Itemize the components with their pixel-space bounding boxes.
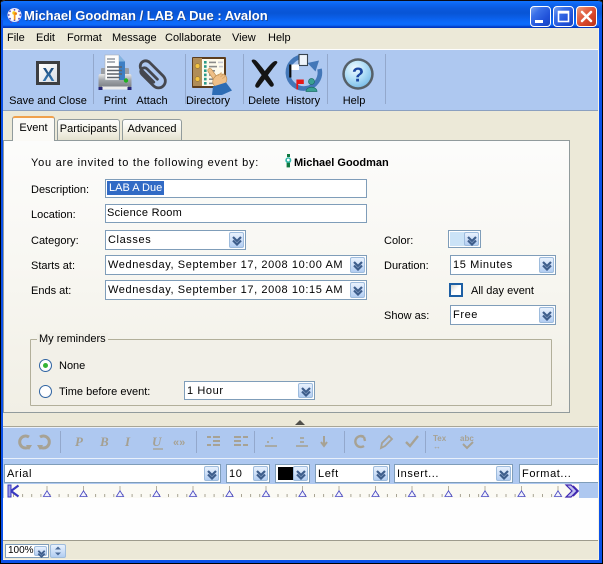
svg-text:↔: ↔	[433, 442, 441, 451]
svg-text:X: X	[42, 65, 54, 85]
svg-text:?: ?	[352, 65, 364, 87]
svg-text:«»: «»	[173, 437, 185, 449]
